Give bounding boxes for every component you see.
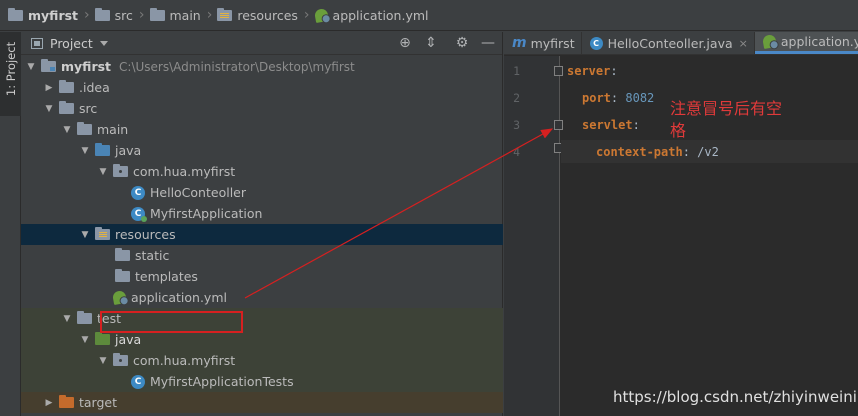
tree-item-target[interactable]: ▶ target	[21, 392, 503, 413]
expanded-arrow-icon[interactable]: ▼	[79, 230, 91, 240]
tree-item-static[interactable]: static	[21, 245, 503, 266]
spring-yaml-icon	[313, 7, 329, 23]
folder-icon	[77, 311, 92, 324]
folder-icon	[77, 122, 92, 135]
breadcrumb-item-src[interactable]: src	[94, 7, 133, 23]
expanded-arrow-icon[interactable]: ▼	[61, 314, 73, 324]
tab-application-yml[interactable]: application.y	[754, 32, 858, 54]
breadcrumb-item-main[interactable]: main	[149, 7, 201, 23]
chevron-right-icon: ›	[84, 7, 90, 23]
code-line-1[interactable]: server:	[567, 64, 618, 78]
expanded-arrow-icon[interactable]: ▼	[97, 167, 109, 177]
tree-item-helloconteoller[interactable]: C HelloConteoller	[21, 182, 503, 203]
line-number: 2	[513, 91, 520, 105]
fold-marker-icon[interactable]	[554, 66, 563, 76]
folder-icon	[115, 248, 130, 261]
excluded-folder-icon	[59, 395, 74, 408]
editor-tab-bar: m myfirst C HelloConteoller.java × appli…	[504, 32, 858, 55]
annotation-note: 注意冒号后有空格	[670, 99, 783, 140]
tab-myfirst[interactable]: m myfirst	[504, 32, 582, 54]
fold-marker-icon[interactable]	[554, 120, 563, 130]
expanded-arrow-icon[interactable]: ▼	[61, 125, 73, 135]
tree-item-src[interactable]: ▼ src	[21, 98, 503, 119]
project-view-selector[interactable]: Project	[50, 36, 93, 51]
code-line-2[interactable]: port: 8082	[582, 91, 654, 105]
tree-item-templates[interactable]: templates	[21, 266, 503, 287]
editor-area: m myfirst C HelloConteoller.java × appli…	[504, 32, 858, 416]
resources-folder-icon	[217, 7, 233, 21]
tree-item-java[interactable]: ▼ java	[21, 140, 503, 161]
expanded-arrow-icon[interactable]: ▼	[79, 146, 91, 156]
chevron-right-icon: ›	[138, 7, 145, 23]
editor-gutter: 1 2 3 4	[504, 56, 563, 416]
gear-icon[interactable]: ⚙	[454, 35, 470, 51]
tree-item-myfirst[interactable]: ▼ myfirst C:\Users\Administrator\Desktop…	[21, 56, 503, 77]
navigation-breadcrumb: myfirst › src › main › resources › appli…	[0, 0, 858, 31]
class-icon: C	[589, 36, 603, 50]
breadcrumb-item-resources[interactable]: resources	[217, 7, 298, 23]
watermark-text: https://blog.csdn.net/zhiyinweini3	[613, 388, 858, 406]
resources-folder-icon	[95, 227, 110, 240]
code-line-3[interactable]: servlet:	[582, 118, 640, 132]
expanded-arrow-icon[interactable]: ▼	[97, 356, 109, 366]
test-source-folder-icon	[95, 332, 110, 345]
tree-item-test[interactable]: ▼ test	[21, 308, 503, 329]
source-folder-icon	[95, 143, 110, 156]
tree-item-idea[interactable]: ▶ .idea	[21, 77, 503, 98]
folder-icon	[115, 269, 130, 282]
folder-icon	[59, 101, 74, 114]
locate-icon[interactable]: ⊕	[397, 35, 413, 51]
runnable-class-icon: C	[131, 206, 147, 222]
collapsed-arrow-icon[interactable]: ▶	[43, 398, 55, 408]
class-icon: C	[131, 185, 145, 200]
chevron-down-icon[interactable]	[99, 40, 108, 46]
class-icon: C	[131, 374, 145, 389]
breadcrumb-item-project[interactable]: myfirst	[8, 7, 78, 23]
folder-icon	[149, 7, 165, 21]
tree-item-myfirstapplicationtests[interactable]: C MyfirstApplicationTests	[21, 371, 503, 392]
chevron-right-icon: ›	[303, 7, 310, 23]
line-number: 3	[513, 118, 520, 132]
expanded-arrow-icon[interactable]: ▼	[25, 62, 37, 72]
tree-item-main[interactable]: ▼ main	[21, 119, 503, 140]
tree-item-resources[interactable]: ▼ resources	[21, 224, 503, 245]
line-number: 1	[513, 64, 520, 78]
line-number: 4	[513, 145, 520, 159]
folder-icon	[94, 7, 110, 21]
project-panel: Project ⊕ ⇕ ⚙ — ▼ myfirst C:\Users\Admin…	[21, 32, 503, 416]
project-panel-header: Project ⊕ ⇕ ⚙ —	[21, 32, 502, 55]
breadcrumb-item-file[interactable]: application.yml	[313, 7, 429, 23]
hide-panel-icon[interactable]: —	[480, 35, 496, 51]
expanded-arrow-icon[interactable]: ▼	[43, 104, 55, 114]
expanded-arrow-icon[interactable]: ▼	[79, 335, 91, 345]
tree-item-test-java[interactable]: ▼ java	[21, 329, 503, 350]
spring-yaml-icon	[761, 33, 777, 50]
tree-item-test-package[interactable]: ▼ com.hua.myfirst	[21, 350, 503, 371]
project-folder-icon	[8, 7, 23, 21]
tab-helloconteoller[interactable]: C HelloConteoller.java ×	[582, 32, 755, 54]
tree-item-myfirstapplication[interactable]: C MyfirstApplication	[21, 203, 503, 224]
left-tool-strip: 1: Project	[0, 32, 21, 416]
folder-icon	[59, 80, 74, 93]
chevron-right-icon: ›	[206, 7, 213, 23]
close-icon[interactable]: ×	[739, 37, 748, 50]
package-icon	[113, 164, 128, 177]
project-tool-tab[interactable]: 1: Project	[0, 32, 21, 116]
tree-item-package[interactable]: ▼ com.hua.myfirst	[21, 161, 503, 182]
project-tool-tab-label: 1: Project	[4, 41, 18, 97]
spring-yaml-icon	[111, 289, 128, 306]
module-folder-icon	[41, 59, 56, 72]
package-icon	[113, 353, 128, 366]
collapse-all-icon[interactable]: ⇕	[423, 35, 439, 51]
project-tree: ▼ myfirst C:\Users\Administrator\Desktop…	[21, 56, 503, 416]
tree-item-application-yml[interactable]: application.yml	[21, 287, 503, 308]
project-view-icon	[31, 37, 43, 49]
maven-icon: m	[512, 35, 527, 51]
code-line-4[interactable]: context-path: /v2	[596, 145, 719, 159]
collapsed-arrow-icon[interactable]: ▶	[43, 83, 55, 93]
